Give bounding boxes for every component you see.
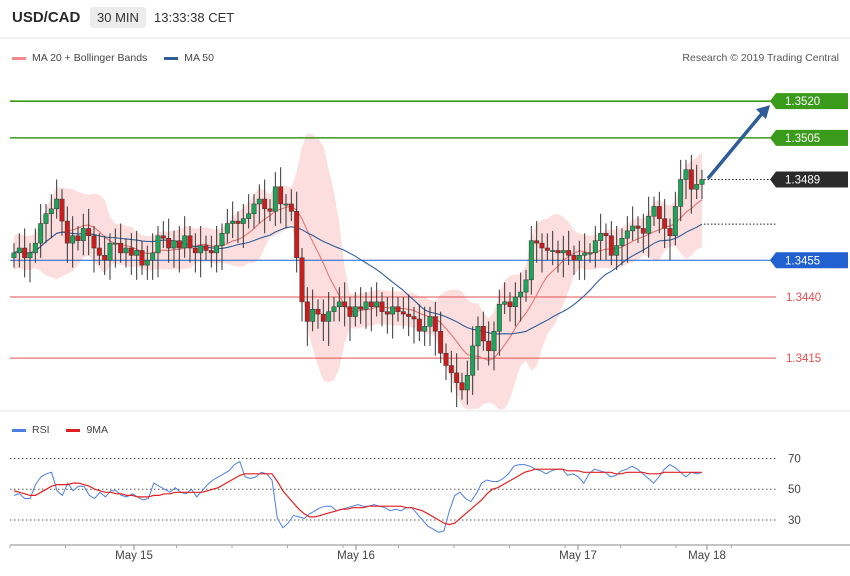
pivot-label: 1.3455: [785, 255, 820, 267]
resistance-label: 1.3520: [785, 96, 820, 108]
current-price-label: 1.3489: [785, 174, 820, 186]
x-tick-label: May 17: [559, 550, 597, 562]
candle: [299, 248, 305, 322]
resistance-label: 1.3505: [785, 133, 820, 145]
support-label: 1.3440: [786, 292, 821, 304]
resistance-tag: 1.3505: [770, 129, 848, 146]
price-chart[interactable]: 1.3520 1.3505 1.3455 1.3440 1.3415 1.3489 30 5…: [0, 0, 850, 576]
rsi-ma-line: [13, 468, 702, 526]
x-tick-label: May 16: [337, 550, 375, 562]
support-label: 1.3415: [786, 353, 821, 365]
forecast-arrow: [706, 110, 766, 180]
x-tick-label: May 15: [115, 550, 153, 562]
resistance-tag: 1.3520: [770, 93, 848, 110]
current-price-tag: 1.3489: [770, 171, 848, 188]
pivot-tag: 1.3455: [770, 252, 848, 269]
rsi-tick-label: 50: [788, 484, 801, 496]
rsi-tick-label: 30: [788, 515, 801, 527]
rsi-tick-label: 70: [788, 453, 801, 465]
bollinger-band: [14, 133, 702, 410]
x-tick-label: May 18: [688, 550, 726, 562]
